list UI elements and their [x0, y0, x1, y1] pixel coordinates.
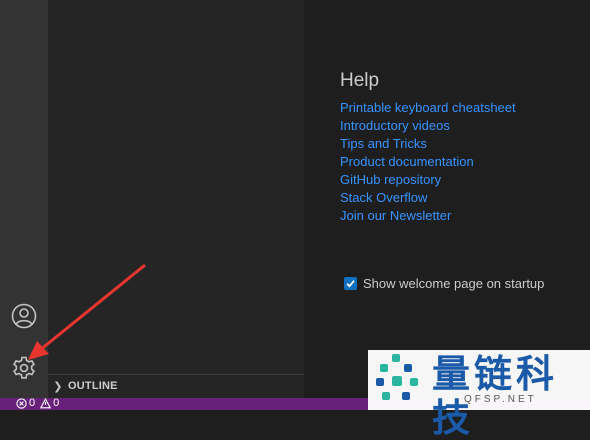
link-product-documentation[interactable]: Product documentation: [340, 154, 474, 169]
link-github-repository[interactable]: GitHub repository: [340, 172, 441, 187]
watermark: 量链科技 QFSP.NET: [368, 350, 590, 440]
show-on-startup-checkbox[interactable]: [344, 277, 357, 290]
show-on-startup-label: Show welcome page on startup: [363, 276, 545, 291]
outline-label: OUTLINE: [68, 380, 118, 392]
gear-icon[interactable]: [11, 355, 37, 381]
sidebar: ❯ OUTLINE: [48, 0, 304, 398]
link-tips-and-tricks[interactable]: Tips and Tricks: [340, 136, 427, 151]
warning-count: 0: [53, 398, 60, 409]
welcome-page: Help Printable keyboard cheatsheet Intro…: [304, 0, 590, 398]
warning-icon: [40, 398, 52, 408]
watermark-url: QFSP.NET: [464, 394, 537, 405]
error-count: 0: [29, 398, 36, 409]
link-stack-overflow[interactable]: Stack Overflow: [340, 190, 427, 205]
outline-section-header[interactable]: ❯ OUTLINE: [48, 374, 304, 397]
activity-bar: [0, 0, 48, 398]
link-join-newsletter[interactable]: Join our Newsletter: [340, 208, 451, 223]
help-links-list: Printable keyboard cheatsheet Introducto…: [340, 99, 516, 225]
error-icon: [16, 398, 27, 409]
brand-logo-icon: [376, 354, 418, 400]
chevron-right-icon: ❯: [53, 380, 63, 393]
link-keyboard-cheatsheet[interactable]: Printable keyboard cheatsheet: [340, 100, 516, 115]
help-section-title: Help: [340, 70, 380, 91]
account-icon[interactable]: [11, 303, 37, 329]
checkmark-icon: [346, 280, 355, 288]
link-introductory-videos[interactable]: Introductory videos: [340, 118, 450, 133]
show-on-startup-row: Show welcome page on startup: [344, 276, 544, 291]
problems-indicator[interactable]: 0 0: [16, 398, 59, 409]
